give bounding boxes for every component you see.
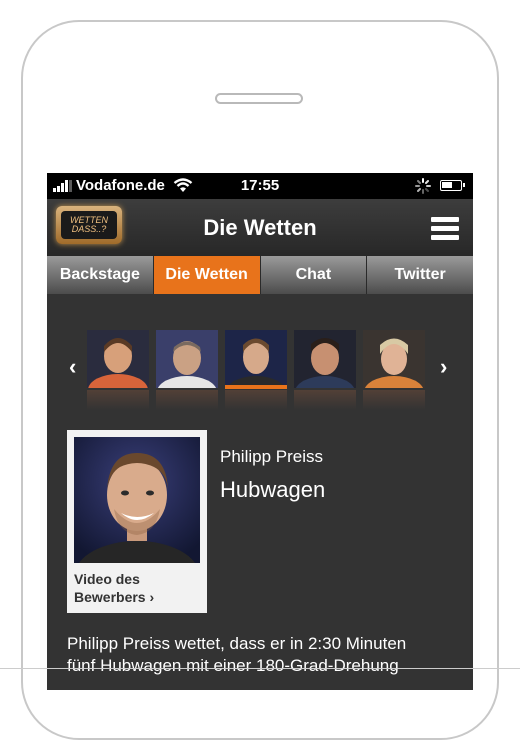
- candidate-thumb[interactable]: [363, 330, 425, 412]
- candidate-thumb[interactable]: [156, 330, 218, 412]
- candidate-photo: [225, 330, 287, 388]
- chevron-right-icon: ›: [149, 589, 155, 605]
- candidate-photo: [294, 330, 356, 388]
- nav-bar: WETTEN DASS..? Die Wetten: [47, 199, 473, 259]
- activity-spinner-icon: [415, 178, 431, 194]
- menu-icon[interactable]: [431, 217, 459, 241]
- video-link[interactable]: Video des Bewerbers ›: [74, 570, 154, 606]
- candidate-thumb[interactable]: [294, 330, 356, 412]
- status-bar: Vodafone.de 17:55: [47, 173, 473, 199]
- bet-description-line2: fünf Hubwagen mit einer 180-Grad-Drehung: [67, 656, 399, 675]
- divider: [0, 668, 520, 669]
- candidate-portrait: [74, 437, 200, 563]
- candidate-thumb-selected[interactable]: [225, 330, 287, 412]
- candidate-name: Philipp Preiss: [220, 447, 323, 466]
- tab-label: Backstage: [59, 266, 140, 283]
- video-label-line2: Bewerbers: [74, 589, 146, 605]
- candidate-photo: [363, 330, 425, 388]
- bet-description: Philipp Preiss wettet, dass er in 2:30 M…: [67, 633, 467, 677]
- tab-label: Die Wetten: [165, 266, 248, 283]
- tab-twitter[interactable]: Twitter: [367, 256, 473, 294]
- tab-backstage[interactable]: Backstage: [47, 256, 154, 294]
- phone-speaker: [215, 93, 303, 104]
- app-screen: Vodafone.de 17:55 WETTEN DASS..? Die Wet…: [47, 173, 473, 690]
- carousel-next-button[interactable]: ›: [440, 354, 447, 380]
- battery-fill: [442, 182, 452, 188]
- status-time: 17:55: [240, 177, 280, 194]
- tab-chat[interactable]: Chat: [261, 256, 368, 294]
- tab-label: Chat: [295, 266, 332, 283]
- candidate-photo: [156, 330, 218, 388]
- candidate-thumb[interactable]: [87, 330, 149, 412]
- bet-description-line1: Philipp Preiss wettet, dass er in 2:30 M…: [67, 634, 407, 653]
- tab-die-wetten[interactable]: Die Wetten: [153, 256, 261, 294]
- candidate-carousel: ‹ ›: [47, 330, 473, 412]
- candidate-video-card[interactable]: Video des Bewerbers ›: [67, 430, 207, 613]
- bet-title: Hubwagen: [220, 477, 326, 502]
- carousel-prev-button[interactable]: ‹: [69, 354, 76, 380]
- page-title: Die Wetten: [203, 215, 317, 240]
- tab-label: Twitter: [394, 266, 446, 283]
- battery-icon: [440, 180, 465, 191]
- candidate-photo: [87, 330, 149, 388]
- video-label-line1: Video des: [74, 571, 140, 587]
- tab-bar: Backstage Die Wetten Chat Twitter: [47, 256, 473, 294]
